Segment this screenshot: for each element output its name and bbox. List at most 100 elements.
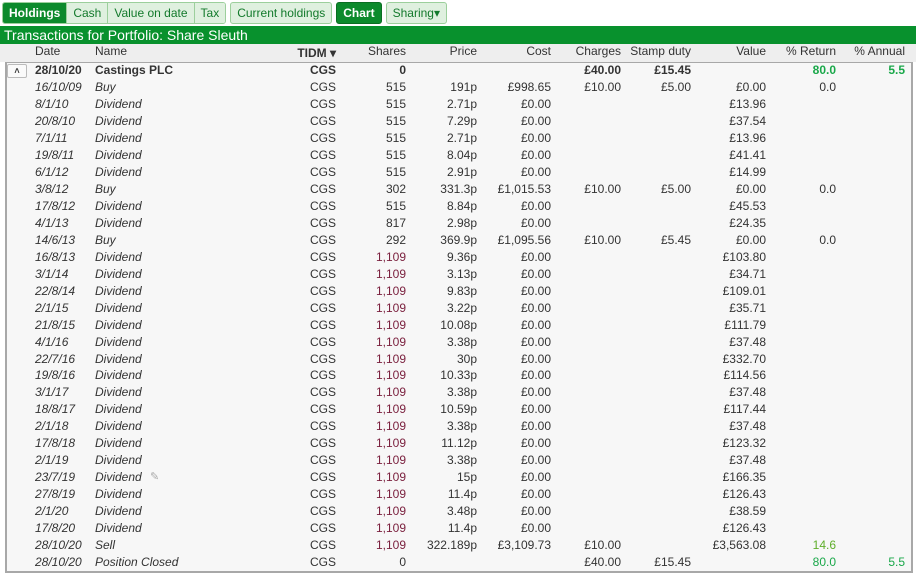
cell-shares: 1,109 bbox=[375, 521, 406, 536]
cell-shares: 1,109 bbox=[375, 300, 406, 315]
cell-type: Dividend bbox=[95, 419, 142, 434]
table-row[interactable]: 28/10/20 Position Closed CGS 0 £40.00 £15.45 8… bbox=[0, 554, 916, 571]
table-row[interactable]: 16/10/09 Buy CGS 515 191p £998.65 £10.00 £5.00 £… bbox=[0, 79, 916, 96]
tab-value-on-date[interactable]: Value on date bbox=[108, 3, 195, 23]
cell-tidm: CGS bbox=[309, 521, 336, 536]
cell-price: 10.08p bbox=[440, 317, 477, 332]
col-value[interactable]: Value bbox=[736, 44, 766, 58]
table-row[interactable]: 21/8/15 Dividend CGS 1,109 10.08p £0.00 £111.7… bbox=[0, 317, 916, 334]
cell-type: Dividend bbox=[95, 368, 142, 383]
cell-value: £166.35 bbox=[722, 470, 766, 485]
cell-cost: £0.00 bbox=[520, 368, 551, 383]
col-shares[interactable]: Shares bbox=[368, 44, 406, 58]
cell-type: Dividend bbox=[95, 300, 142, 315]
table-row[interactable]: 22/7/16 Dividend CGS 1,109 30p £0.00 £332.70 bbox=[0, 351, 916, 368]
view-tab-group: Holdings Cash Value on date Tax bbox=[2, 2, 227, 24]
cell-type: Dividend bbox=[95, 198, 142, 213]
table-row[interactable]: 19/8/11 Dividend CGS 515 8.04p £0.00 £41.41 bbox=[0, 147, 916, 164]
summary-annual: 5.5 bbox=[888, 63, 905, 77]
cell-price: 11.4p bbox=[447, 487, 477, 502]
tab-holdings[interactable]: Holdings bbox=[3, 3, 68, 23]
page-title: Transactions for Portfolio: Share Sleuth bbox=[0, 26, 916, 44]
cell-price: 8.04p bbox=[446, 147, 477, 162]
cell-date: 17/8/18 bbox=[35, 436, 76, 451]
table-row[interactable]: 4/1/13 Dividend CGS 817 2.98p £0.00 £24.35 bbox=[0, 215, 916, 232]
cell-type: Dividend bbox=[95, 385, 142, 400]
cell-type: Dividend bbox=[95, 164, 142, 179]
col-tidm[interactable]: TIDM ▾ bbox=[297, 46, 336, 60]
cell-cost: £0.00 bbox=[520, 147, 551, 162]
cell-tidm: CGS bbox=[309, 385, 336, 400]
cell-cost: £0.00 bbox=[520, 249, 551, 264]
cell-cost: £0.00 bbox=[520, 130, 551, 145]
cell-type: Dividend bbox=[95, 249, 142, 264]
table-row[interactable]: 2/1/20 Dividend CGS 1,109 3.48p £0.00 £38.59 bbox=[0, 503, 916, 520]
cell-cost: £0.00 bbox=[520, 453, 551, 468]
table-row[interactable]: 23/7/19 Dividend ✎ CGS 1,109 15p £0.00 £166.35 bbox=[0, 469, 916, 486]
col-annual[interactable]: % Annual bbox=[854, 44, 905, 58]
col-date[interactable]: Date bbox=[35, 44, 60, 58]
cell-date: 16/10/09 bbox=[35, 80, 82, 94]
col-charges[interactable]: Charges bbox=[576, 44, 621, 58]
cell-price: 3.38p bbox=[446, 453, 477, 468]
cell-value: £126.43 bbox=[722, 521, 766, 536]
cell-value: £38.59 bbox=[729, 504, 766, 519]
cell-cost: £0.00 bbox=[520, 283, 551, 298]
cell-tidm: CGS bbox=[309, 80, 336, 94]
cell-shares: 515 bbox=[385, 96, 406, 111]
table-row[interactable]: 8/1/10 Dividend CGS 515 2.71p £0.00 £13.96 bbox=[0, 96, 916, 113]
cell-charges: £10.00 bbox=[584, 538, 621, 553]
cell-price: 7.29p bbox=[446, 113, 477, 128]
table-row[interactable]: 22/8/14 Dividend CGS 1,109 9.83p £0.00 £109.01 bbox=[0, 283, 916, 300]
cell-date: 21/8/15 bbox=[35, 317, 76, 332]
table-row[interactable]: 27/8/19 Dividend CGS 1,109 11.4p £0.00 £126.43 bbox=[0, 486, 916, 503]
chart-button[interactable]: Chart bbox=[336, 2, 382, 24]
table-row[interactable]: 19/8/16 Dividend CGS 1,109 10.33p £0.00 £114.5… bbox=[0, 367, 916, 384]
cell-value: £332.70 bbox=[722, 351, 766, 366]
cell-charges: £10.00 bbox=[584, 232, 621, 247]
table-row[interactable]: 3/8/12 Buy CGS 302 331.3p £1,015.53 £10.00 £5.0… bbox=[0, 181, 916, 198]
table-row[interactable]: 2/1/15 Dividend CGS 1,109 3.22p £0.00 £35.71 bbox=[0, 300, 916, 317]
tab-cash[interactable]: Cash bbox=[67, 3, 109, 23]
tab-tax[interactable]: Tax bbox=[194, 3, 226, 23]
cell-type: Dividend bbox=[95, 113, 142, 128]
cell-tidm: CGS bbox=[309, 317, 336, 332]
current-holdings-button[interactable]: Current holdings bbox=[230, 2, 333, 24]
cell-tidm: CGS bbox=[309, 164, 336, 179]
cell-date: 27/8/19 bbox=[35, 487, 76, 502]
col-name[interactable]: Name bbox=[95, 44, 127, 58]
table-row[interactable]: 18/8/17 Dividend CGS 1,109 10.59p £0.00 £117.4… bbox=[0, 401, 916, 418]
col-stamp-duty[interactable]: Stamp duty bbox=[630, 44, 691, 58]
table-row[interactable]: 17/8/20 Dividend CGS 1,109 11.4p £0.00 £126.43 bbox=[0, 520, 916, 537]
summary-charges: £40.00 bbox=[584, 63, 621, 77]
table-row[interactable]: 28/10/20 Sell CGS 1,109 322.189p £3,109.73 £10… bbox=[0, 537, 916, 554]
table-row[interactable]: 7/1/11 Dividend CGS 515 2.71p £0.00 £13.96 bbox=[0, 130, 916, 147]
sharing-dropdown[interactable]: Sharing▾ bbox=[385, 2, 447, 24]
table-row[interactable]: 4/1/16 Dividend CGS 1,109 3.38p £0.00 £37.48 bbox=[0, 334, 916, 351]
collapse-icon[interactable]: ˄ bbox=[7, 64, 27, 78]
cell-value: £0.00 bbox=[735, 80, 766, 94]
table-row[interactable]: 3/1/14 Dividend CGS 1,109 3.13p £0.00 £34.71 bbox=[0, 266, 916, 283]
table-row[interactable]: 2/1/19 Dividend CGS 1,109 3.38p £0.00 £37.48 bbox=[0, 452, 916, 469]
edit-pencil-icon[interactable]: ✎ bbox=[150, 469, 159, 486]
table-row[interactable]: 16/8/13 Dividend CGS 1,109 9.36p £0.00 £103.80 bbox=[0, 249, 916, 266]
table-row[interactable]: 6/1/12 Dividend CGS 515 2.91p £0.00 £14.99 bbox=[0, 164, 916, 181]
cell-tidm: CGS bbox=[309, 504, 336, 519]
table-row[interactable]: 3/1/17 Dividend CGS 1,109 3.38p £0.00 £37.48 bbox=[0, 384, 916, 401]
cell-cost: £0.00 bbox=[520, 436, 551, 451]
cell-value: £41.41 bbox=[729, 147, 766, 162]
table-row[interactable]: 20/8/10 Dividend CGS 515 7.29p £0.00 £37.54 bbox=[0, 113, 916, 130]
table-row[interactable]: 17/8/18 Dividend CGS 1,109 11.12p £0.00 £123.3… bbox=[0, 435, 916, 452]
cell-cost: £0.00 bbox=[520, 470, 551, 485]
col-cost[interactable]: Cost bbox=[526, 44, 551, 58]
summary-name[interactable]: Castings PLC bbox=[95, 62, 173, 79]
table-row[interactable]: 2/1/18 Dividend CGS 1,109 3.38p £0.00 £37.48 bbox=[0, 418, 916, 435]
col-price[interactable]: Price bbox=[450, 44, 477, 58]
table-row[interactable]: 14/6/13 Buy CGS 292 369.9p £1,095.56 £10.00 £5.… bbox=[0, 232, 916, 249]
cell-tidm: CGS bbox=[309, 283, 336, 298]
table-row[interactable]: 17/8/12 Dividend CGS 515 8.84p £0.00 £45.53 bbox=[0, 198, 916, 215]
cell-value: £0.00 bbox=[735, 232, 766, 247]
cell-return: 0.0 bbox=[819, 80, 836, 94]
cell-price: 2.71p bbox=[446, 130, 477, 145]
col-return[interactable]: % Return bbox=[786, 44, 836, 58]
